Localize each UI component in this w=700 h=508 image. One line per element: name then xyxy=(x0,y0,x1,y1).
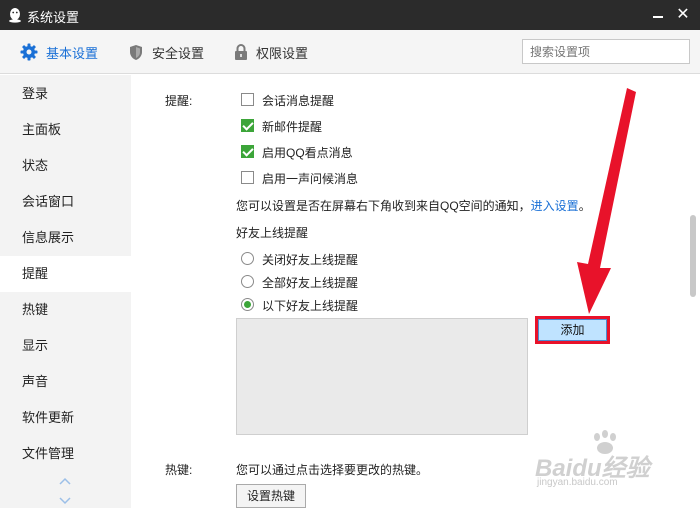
search-input[interactable] xyxy=(522,39,690,64)
friend-online-title: 好友上线提醒 xyxy=(236,226,309,240)
checkbox-label: 启用一声问候消息 xyxy=(262,172,359,186)
friend-list-box[interactable] xyxy=(236,318,528,435)
tab-basic-settings[interactable]: 基本设置 xyxy=(20,30,98,74)
add-friend-button[interactable]: 添加 xyxy=(535,316,610,344)
hotkeys-description: 您可以通过点击选择要更改的热键。 xyxy=(236,463,429,477)
tab-label: 基本设置 xyxy=(46,45,99,61)
qq-kandian-checkbox[interactable] xyxy=(241,145,254,158)
vertical-scrollbar[interactable] xyxy=(690,215,696,297)
window-title: 系统设置 xyxy=(27,10,80,25)
hotkeys-section-label: 热键: xyxy=(165,463,193,477)
title-bar: 系统设置 ✕ xyxy=(0,0,700,30)
reminders-section-label: 提醒: xyxy=(165,94,193,108)
checkbox-label: 启用QQ看点消息 xyxy=(262,146,353,160)
sidebar-item-reminders[interactable]: 提醒 xyxy=(0,256,131,292)
sidebar-item-display[interactable]: 显示 xyxy=(0,328,131,364)
friend-online-off-radio[interactable] xyxy=(241,252,254,265)
tab-label: 安全设置 xyxy=(152,45,205,61)
checkbox-label: 会话消息提醒 xyxy=(262,94,335,108)
minimize-button[interactable] xyxy=(650,6,666,24)
lock-icon xyxy=(235,43,247,60)
greeting-message-checkbox[interactable] xyxy=(241,171,254,184)
tab-security-settings[interactable]: 安全设置 xyxy=(128,30,204,74)
watermark-url: jingyan.baidu.com xyxy=(537,477,618,488)
qq-penguin-icon xyxy=(9,8,21,23)
sidebar-item-file-management[interactable]: 文件管理 xyxy=(0,436,131,472)
enter-settings-link[interactable]: 进入设置 xyxy=(531,199,579,213)
tab-label: 权限设置 xyxy=(256,45,309,61)
sidebar-item-info-display[interactable]: 信息展示 xyxy=(0,220,131,256)
checkbox-label: 新邮件提醒 xyxy=(262,120,323,134)
sidebar-scroll-arrows-icon[interactable] xyxy=(58,476,72,506)
chat-message-reminder-checkbox[interactable] xyxy=(241,93,254,106)
sidebar-item-sound[interactable]: 声音 xyxy=(0,364,131,400)
qzone-notice-text: 您可以设置是否在屏幕右下角收到来自QQ空间的通知，进入设置。 xyxy=(236,199,591,213)
sidebar-item-login[interactable]: 登录 xyxy=(0,76,131,112)
gear-icon xyxy=(20,43,38,61)
shield-icon xyxy=(130,44,142,60)
sidebar-item-hotkeys[interactable]: 热键 xyxy=(0,292,131,328)
sidebar-item-chat-window[interactable]: 会话窗口 xyxy=(0,184,131,220)
sidebar-item-software-update[interactable]: 软件更新 xyxy=(0,400,131,436)
sidebar: 登录 主面板 状态 会话窗口 信息展示 提醒 热键 显示 声音 软件更新 文件管… xyxy=(0,75,131,508)
radio-label: 全部好友上线提醒 xyxy=(262,276,359,290)
radio-label: 关闭好友上线提醒 xyxy=(262,253,359,267)
close-button[interactable]: ✕ xyxy=(674,6,692,24)
friend-online-all-radio[interactable] xyxy=(241,275,254,288)
radio-label: 以下好友上线提醒 xyxy=(262,299,359,313)
sidebar-item-status[interactable]: 状态 xyxy=(0,148,131,184)
set-hotkey-button[interactable]: 设置热键 xyxy=(236,484,306,508)
tab-permission-settings[interactable]: 权限设置 xyxy=(234,30,308,74)
friend-online-selected-radio[interactable] xyxy=(241,298,254,311)
new-mail-reminder-checkbox[interactable] xyxy=(241,119,254,132)
sidebar-item-main-panel[interactable]: 主面板 xyxy=(0,112,131,148)
tab-bar: 基本设置 安全设置 权限设置 xyxy=(0,30,700,74)
baidu-jingyan-watermark: Baidu经验 jingyan.baidu.com xyxy=(535,430,665,490)
